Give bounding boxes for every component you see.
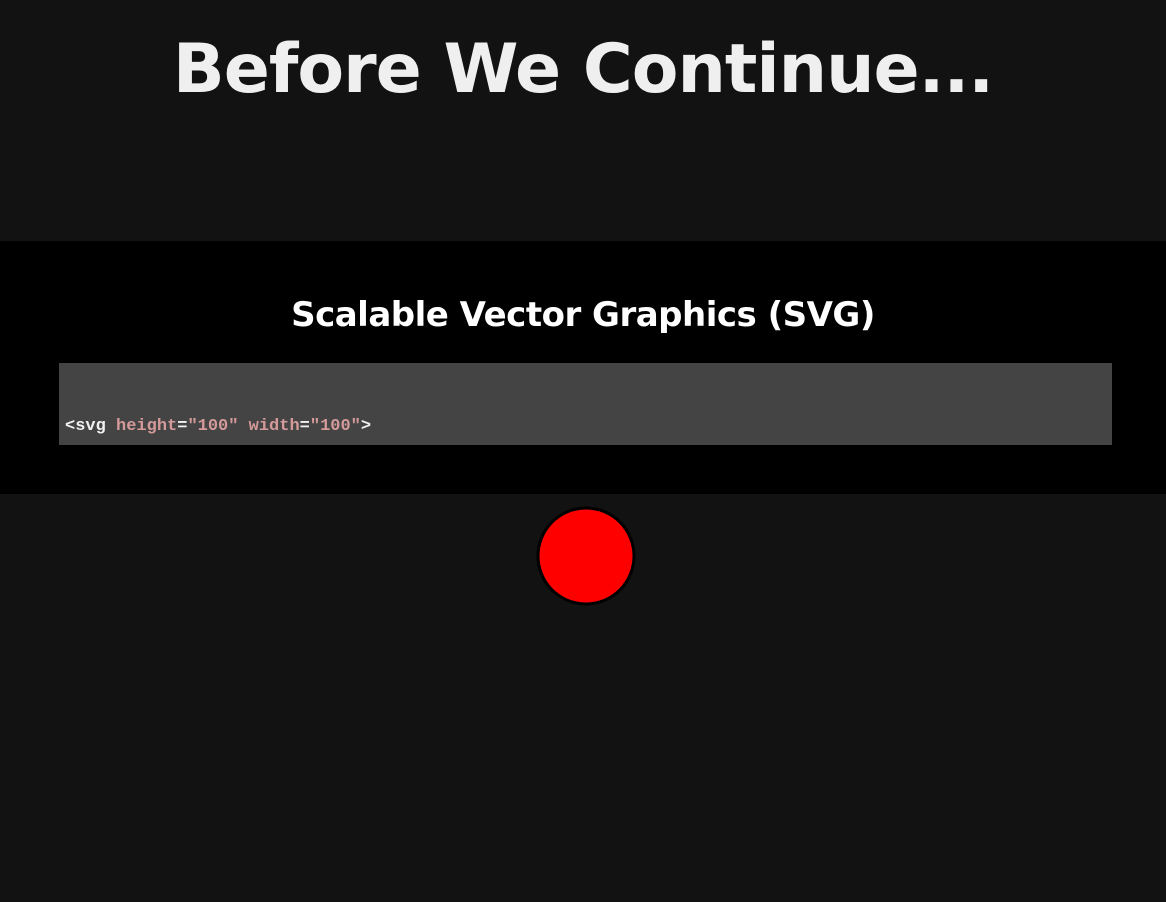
page-title: Before We Continue... bbox=[172, 30, 994, 109]
section-title: Scalable Vector Graphics (SVG) bbox=[291, 295, 875, 335]
code-token: height bbox=[116, 417, 178, 436]
code-token: > bbox=[360, 417, 372, 436]
code-token: = bbox=[177, 417, 188, 436]
code-token: "100" bbox=[187, 417, 239, 436]
code-token: "100" bbox=[309, 417, 361, 436]
demo-svg-canvas bbox=[536, 506, 636, 606]
code-block: <svg height="100" width="100"> <circle c… bbox=[59, 363, 1112, 445]
code-line-svg-open: <svg height="100" width="100"> bbox=[65, 415, 1106, 438]
code-token: <svg bbox=[65, 417, 117, 436]
code-token: width bbox=[248, 417, 300, 436]
red-circle bbox=[536, 506, 636, 606]
code-token: = bbox=[299, 417, 310, 436]
